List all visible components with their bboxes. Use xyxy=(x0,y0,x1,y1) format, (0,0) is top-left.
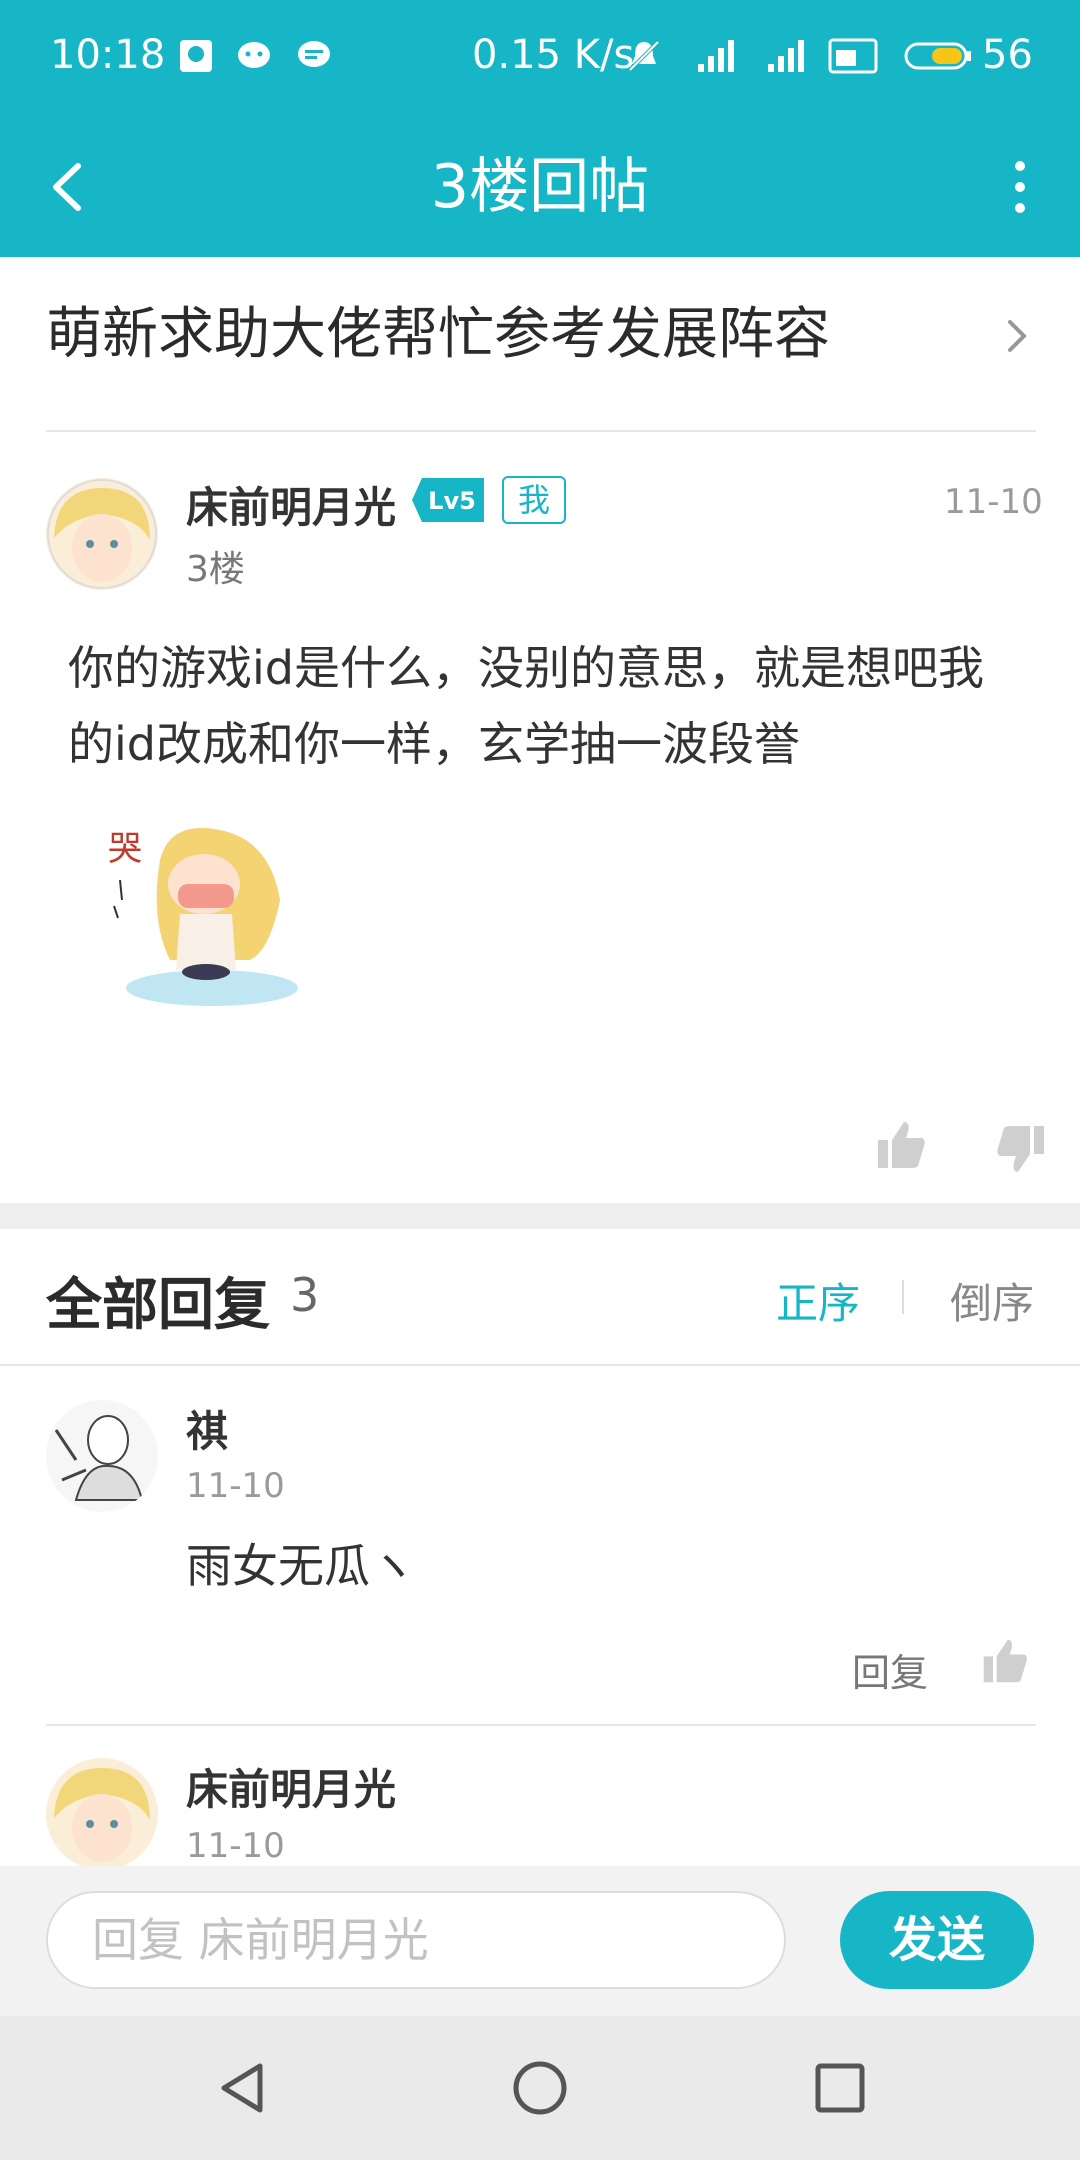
post-content: 你的游戏id是什么，没别的意思，就是想吧我的id改成和你一样，玄学抽一波段誉 xyxy=(68,641,984,771)
system-nav-bar xyxy=(0,2016,1080,2160)
reply-input-bar: 回复 床前明月光 发送 xyxy=(0,1866,1080,2016)
crying-sticker: 哭 xyxy=(108,828,298,1006)
me-badge: 我 xyxy=(502,476,566,524)
reply-author[interactable]: 祺 xyxy=(186,1398,228,1459)
level-text: Lv5 xyxy=(428,487,476,515)
post-title: 萌新求助大佬帮忙参考发展阵容 xyxy=(46,302,830,367)
nav-home-icon[interactable] xyxy=(510,2058,570,2118)
nav-recents-icon[interactable] xyxy=(810,2058,870,2118)
nav-back-icon[interactable] xyxy=(212,2058,272,2118)
avatar[interactable] xyxy=(46,1400,158,1512)
battery-percent: 56 xyxy=(982,32,1033,78)
section-separator xyxy=(0,1203,1080,1229)
replies-title: 全部回复 xyxy=(46,1273,270,1338)
post-date: 11-10 xyxy=(944,482,1043,522)
like-icon[interactable] xyxy=(980,1636,1030,1686)
wechat-icon xyxy=(238,42,270,68)
battery-icon xyxy=(904,42,971,70)
dislike-icon[interactable] xyxy=(994,1122,1048,1176)
divider xyxy=(46,1724,1036,1726)
post-author[interactable]: 床前明月光 xyxy=(186,474,396,535)
status-bar: 10:18 0.15 K/s 56 xyxy=(0,0,1080,112)
divider xyxy=(46,430,1036,432)
sort-separator xyxy=(902,1280,904,1314)
network-speed: 0.15 K/s xyxy=(472,32,635,78)
more-options-icon[interactable] xyxy=(1000,152,1040,222)
like-icon[interactable] xyxy=(874,1118,928,1172)
reply-date: 11-10 xyxy=(186,1466,285,1506)
level-badge: Lv5 xyxy=(412,478,484,522)
sticker-caption: 哭 xyxy=(108,829,142,869)
replies-count: 3 xyxy=(290,1268,320,1322)
avatar-image xyxy=(46,478,158,590)
chevron-right-icon xyxy=(1008,320,1027,352)
sort-ascending-button[interactable]: 正序 xyxy=(776,1270,860,1331)
signal-4g-icon-2 xyxy=(768,40,804,72)
post-title-link[interactable]: 萌新求助大佬帮忙参考发展阵容 xyxy=(46,280,1036,390)
reply-input[interactable]: 回复 床前明月光 xyxy=(46,1891,786,1989)
reply-date: 11-10 xyxy=(186,1826,285,1866)
avatar-image xyxy=(46,1758,158,1870)
avatar-image xyxy=(46,1400,158,1512)
message-icon xyxy=(298,41,330,67)
mute-bell-icon xyxy=(628,40,660,72)
send-button[interactable]: 发送 xyxy=(840,1891,1034,1989)
title-bar: 3楼回帖 xyxy=(0,112,1080,257)
app-header: 10:18 0.15 K/s 56 3楼回帖 xyxy=(0,0,1080,257)
divider xyxy=(0,1364,1080,1366)
reply-button[interactable]: 回复 xyxy=(852,1642,928,1697)
avatar[interactable] xyxy=(46,478,158,590)
avatar[interactable] xyxy=(46,1758,158,1870)
reply-text: 雨女无瓜ヽ xyxy=(186,1539,416,1593)
replies-header: 全部回复 3 正序 倒序 xyxy=(46,1260,1036,1340)
floor-number: 3楼 xyxy=(186,549,245,590)
page-title: 3楼回帖 xyxy=(430,152,650,222)
signal-4g-icon xyxy=(698,40,734,72)
hd-icon xyxy=(828,38,878,74)
status-time: 10:18 xyxy=(50,32,166,78)
reply-author[interactable]: 床前明月光 xyxy=(186,1756,396,1817)
sort-descending-button[interactable]: 倒序 xyxy=(950,1270,1034,1331)
qq-icon xyxy=(180,40,212,72)
